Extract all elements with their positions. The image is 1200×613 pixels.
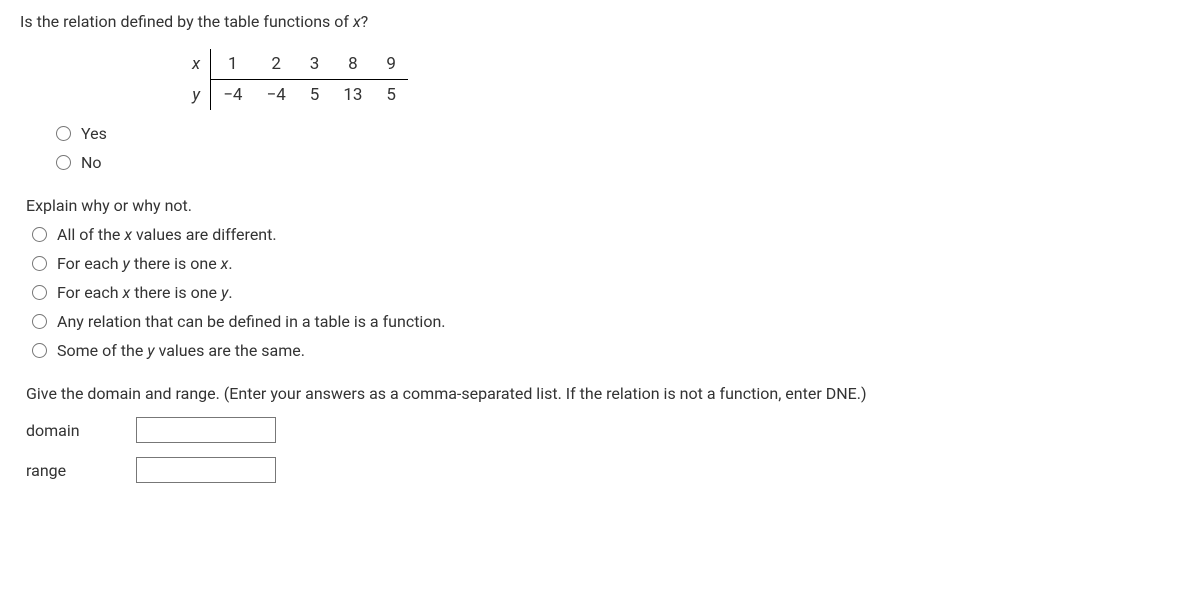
range-label: range bbox=[26, 461, 136, 480]
x-cell-3: 8 bbox=[331, 49, 374, 80]
option-explain-2-label: For each y there is one x. bbox=[57, 254, 233, 273]
question-text: Is the relation defined by the table fun… bbox=[20, 12, 1180, 31]
domain-range-instruction: Give the domain and range. (Enter your a… bbox=[26, 384, 1180, 403]
radio-icon bbox=[56, 155, 71, 170]
radio-icon bbox=[32, 314, 47, 329]
y-cell-3: 13 bbox=[331, 80, 374, 111]
y-cell-2: 5 bbox=[298, 80, 332, 111]
x-cell-2: 3 bbox=[298, 49, 332, 80]
question-var: x bbox=[353, 12, 361, 31]
y-cell-4: 5 bbox=[374, 80, 408, 111]
option-explain-5-label: Some of the y values are the same. bbox=[57, 341, 305, 360]
y-row-label: y bbox=[180, 80, 211, 111]
x-cell-4: 9 bbox=[374, 49, 408, 80]
radio-icon bbox=[32, 343, 47, 358]
question-suffix: ? bbox=[361, 12, 369, 31]
range-input[interactable] bbox=[136, 457, 276, 483]
domain-label: domain bbox=[26, 421, 136, 440]
question-prefix: Is the relation defined by the table fun… bbox=[20, 12, 353, 31]
option-explain-2[interactable]: For each y there is one x. bbox=[32, 254, 1180, 273]
domain-row: domain bbox=[26, 417, 1180, 443]
option-explain-4[interactable]: Any relation that can be defined in a ta… bbox=[32, 312, 1180, 331]
x-row-label: x bbox=[180, 49, 211, 80]
option-no[interactable]: No bbox=[56, 153, 1180, 172]
y-cell-0: −4 bbox=[211, 80, 255, 111]
explain-label: Explain why or why not. bbox=[26, 196, 1180, 215]
x-cell-1: 2 bbox=[254, 49, 297, 80]
xy-table: x 1 2 3 8 9 y −4 −4 5 13 5 bbox=[180, 49, 1180, 110]
radio-icon bbox=[32, 256, 47, 271]
explain-options: All of the x values are different. For e… bbox=[32, 225, 1180, 360]
option-yes[interactable]: Yes bbox=[56, 124, 1180, 143]
option-explain-3[interactable]: For each x there is one y. bbox=[32, 283, 1180, 302]
yesno-options: Yes No bbox=[56, 124, 1180, 172]
option-explain-4-label: Any relation that can be defined in a ta… bbox=[57, 312, 446, 331]
radio-icon bbox=[32, 227, 47, 242]
option-explain-1-label: All of the x values are different. bbox=[57, 225, 277, 244]
y-cell-1: −4 bbox=[254, 80, 297, 111]
option-no-label: No bbox=[81, 153, 102, 172]
radio-icon bbox=[32, 285, 47, 300]
option-explain-5[interactable]: Some of the y values are the same. bbox=[32, 341, 1180, 360]
radio-icon bbox=[56, 126, 71, 141]
option-yes-label: Yes bbox=[81, 124, 107, 143]
x-cell-0: 1 bbox=[211, 49, 255, 80]
domain-input[interactable] bbox=[136, 417, 276, 443]
option-explain-1[interactable]: All of the x values are different. bbox=[32, 225, 1180, 244]
range-row: range bbox=[26, 457, 1180, 483]
option-explain-3-label: For each x there is one y. bbox=[57, 283, 233, 302]
